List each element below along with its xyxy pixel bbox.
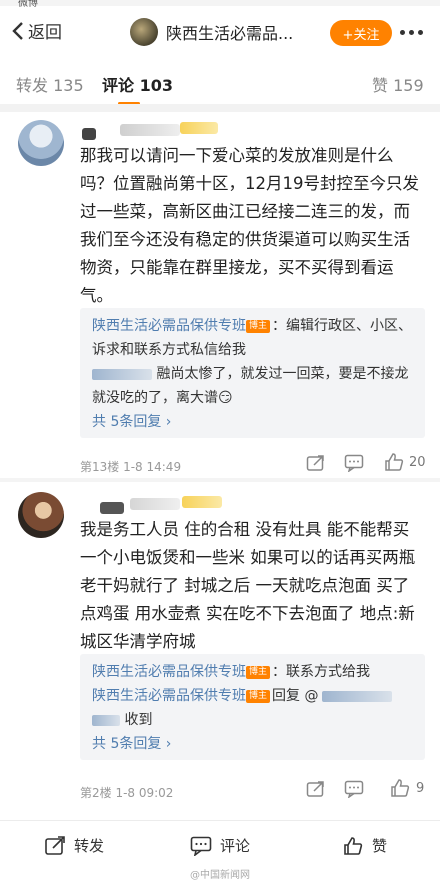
reply-author[interactable]: 陕西生活必需品保供专班: [92, 688, 246, 704]
account-avatar[interactable]: [130, 18, 158, 46]
divider: [0, 104, 440, 112]
reply-line: 陕西生活必需品保供专班 博主 ：编辑行政区、小区、诉求和联系方式私信给我: [92, 314, 413, 362]
reply-line: 收到: [92, 708, 413, 732]
back-label: 返回: [28, 23, 62, 43]
more-options-icon[interactable]: [400, 30, 423, 35]
comment-item: 我是务工人员 住的合租 没有灶具 能不能帮买一个小电饭煲和一些米 如果可以的话再…: [0, 486, 440, 806]
reply-box[interactable]: 陕西生活必需品保供专班 博主 ：联系方式给我 陕西生活必需品保供专班 博主 回复 @ 收…: [80, 654, 425, 760]
chevron-left-icon: [12, 21, 23, 40]
comment-reply-button[interactable]: [344, 454, 364, 472]
username-redacted: [120, 124, 180, 136]
redacted-author: [92, 368, 152, 380]
comment-icon: [190, 836, 212, 856]
nav-bar: 返回 陕西生活必需品... +关注: [0, 6, 440, 58]
follow-button[interactable]: +关注: [330, 20, 392, 46]
avatar[interactable]: [18, 492, 64, 538]
tab-comments[interactable]: 评论 103: [102, 72, 173, 96]
like-label: 赞: [372, 837, 388, 855]
redacted-mention: [322, 690, 393, 702]
like-post-button[interactable]: 赞: [342, 835, 387, 856]
watermark: @中国新闻网: [190, 870, 250, 881]
view-more-replies-link[interactable]: 共 5条回复 ›: [92, 410, 413, 434]
reply-text: 收到: [124, 712, 153, 728]
reply-line: 陕西生活必需品保供专班 博主 回复 @: [92, 684, 413, 708]
comment-text: 我是务工人员 住的合租 没有灶具 能不能帮买一个小电饭煲和一些米 如果可以的话再…: [80, 520, 416, 651]
reply-author[interactable]: 陕西生活必需品保供专班: [92, 318, 246, 334]
view-more-replies-link[interactable]: 共 5条回复 ›: [92, 732, 413, 756]
share-button[interactable]: [306, 454, 326, 472]
reply-line: 陕西生活必需品保供专班 博主 ：联系方式给我: [92, 660, 413, 684]
reply-text: ：联系方式给我: [272, 664, 371, 680]
comment-label: 评论: [220, 837, 251, 855]
reply-text: 回复 @: [272, 688, 319, 704]
tab-bar: 转发 135 评论 103 赞 159: [0, 62, 440, 105]
comment-button[interactable]: 评论: [190, 835, 250, 856]
redacted-author: [92, 714, 120, 726]
author-badge: 博主: [246, 690, 271, 703]
username-redacted: [100, 502, 124, 514]
share-button[interactable]: [306, 780, 326, 798]
avatar[interactable]: [18, 120, 64, 166]
like-count: 20: [409, 454, 426, 470]
thumbs-up-icon: [344, 836, 363, 855]
comment-icon: [344, 780, 364, 798]
tab-reposts[interactable]: 转发 135: [16, 72, 84, 96]
thumbs-up-icon: [385, 453, 404, 471]
repost-icon: [45, 835, 65, 855]
share-icon: [306, 781, 324, 797]
comment-reply-button[interactable]: [344, 780, 364, 798]
divider: [0, 478, 440, 482]
comment-meta: 第13楼 1-8 14:49: [80, 460, 182, 474]
thumbs-up-icon: [391, 779, 410, 797]
like-button[interactable]: 9: [390, 778, 424, 798]
comment-item: 那我可以请问一下爱心菜的发放准则是什么吗？位置融尚第十区，12月19号封控至今只…: [0, 112, 440, 478]
reply-author[interactable]: 陕西生活必需品保供专班: [92, 664, 246, 680]
repost-button[interactable]: 转发: [44, 835, 104, 856]
username-redacted: [82, 128, 96, 140]
like-count: 9: [416, 780, 425, 796]
user-badge-redacted: [180, 122, 218, 134]
smirk-emoji-icon: 😏: [218, 390, 233, 406]
page-title: 陕西生活必需品...: [166, 24, 294, 43]
comment-icon: [344, 454, 364, 472]
reply-box[interactable]: 陕西生活必需品保供专班 博主 ：编辑行政区、小区、诉求和联系方式私信给我 融尚太惨了…: [80, 308, 425, 438]
repost-label: 转发: [74, 837, 105, 855]
user-badge-redacted: [182, 496, 222, 508]
share-icon: [306, 455, 324, 471]
comment-text: 那我可以请问一下爱心菜的发放准则是什么吗？位置融尚第十区，12月19号封控至今只…: [80, 146, 419, 305]
comment-meta: 第2楼 1-8 09:02: [80, 786, 174, 800]
back-button[interactable]: 返回: [10, 18, 62, 43]
username-redacted: [130, 498, 180, 510]
author-badge: 博主: [246, 320, 271, 333]
tab-likes[interactable]: 赞 159: [372, 72, 424, 96]
author-badge: 博主: [246, 666, 271, 679]
reply-line: 融尚太惨了，就发过一回菜，要是不接龙就没吃的了，离大谱😏: [92, 362, 413, 410]
like-button[interactable]: 20: [384, 452, 426, 472]
